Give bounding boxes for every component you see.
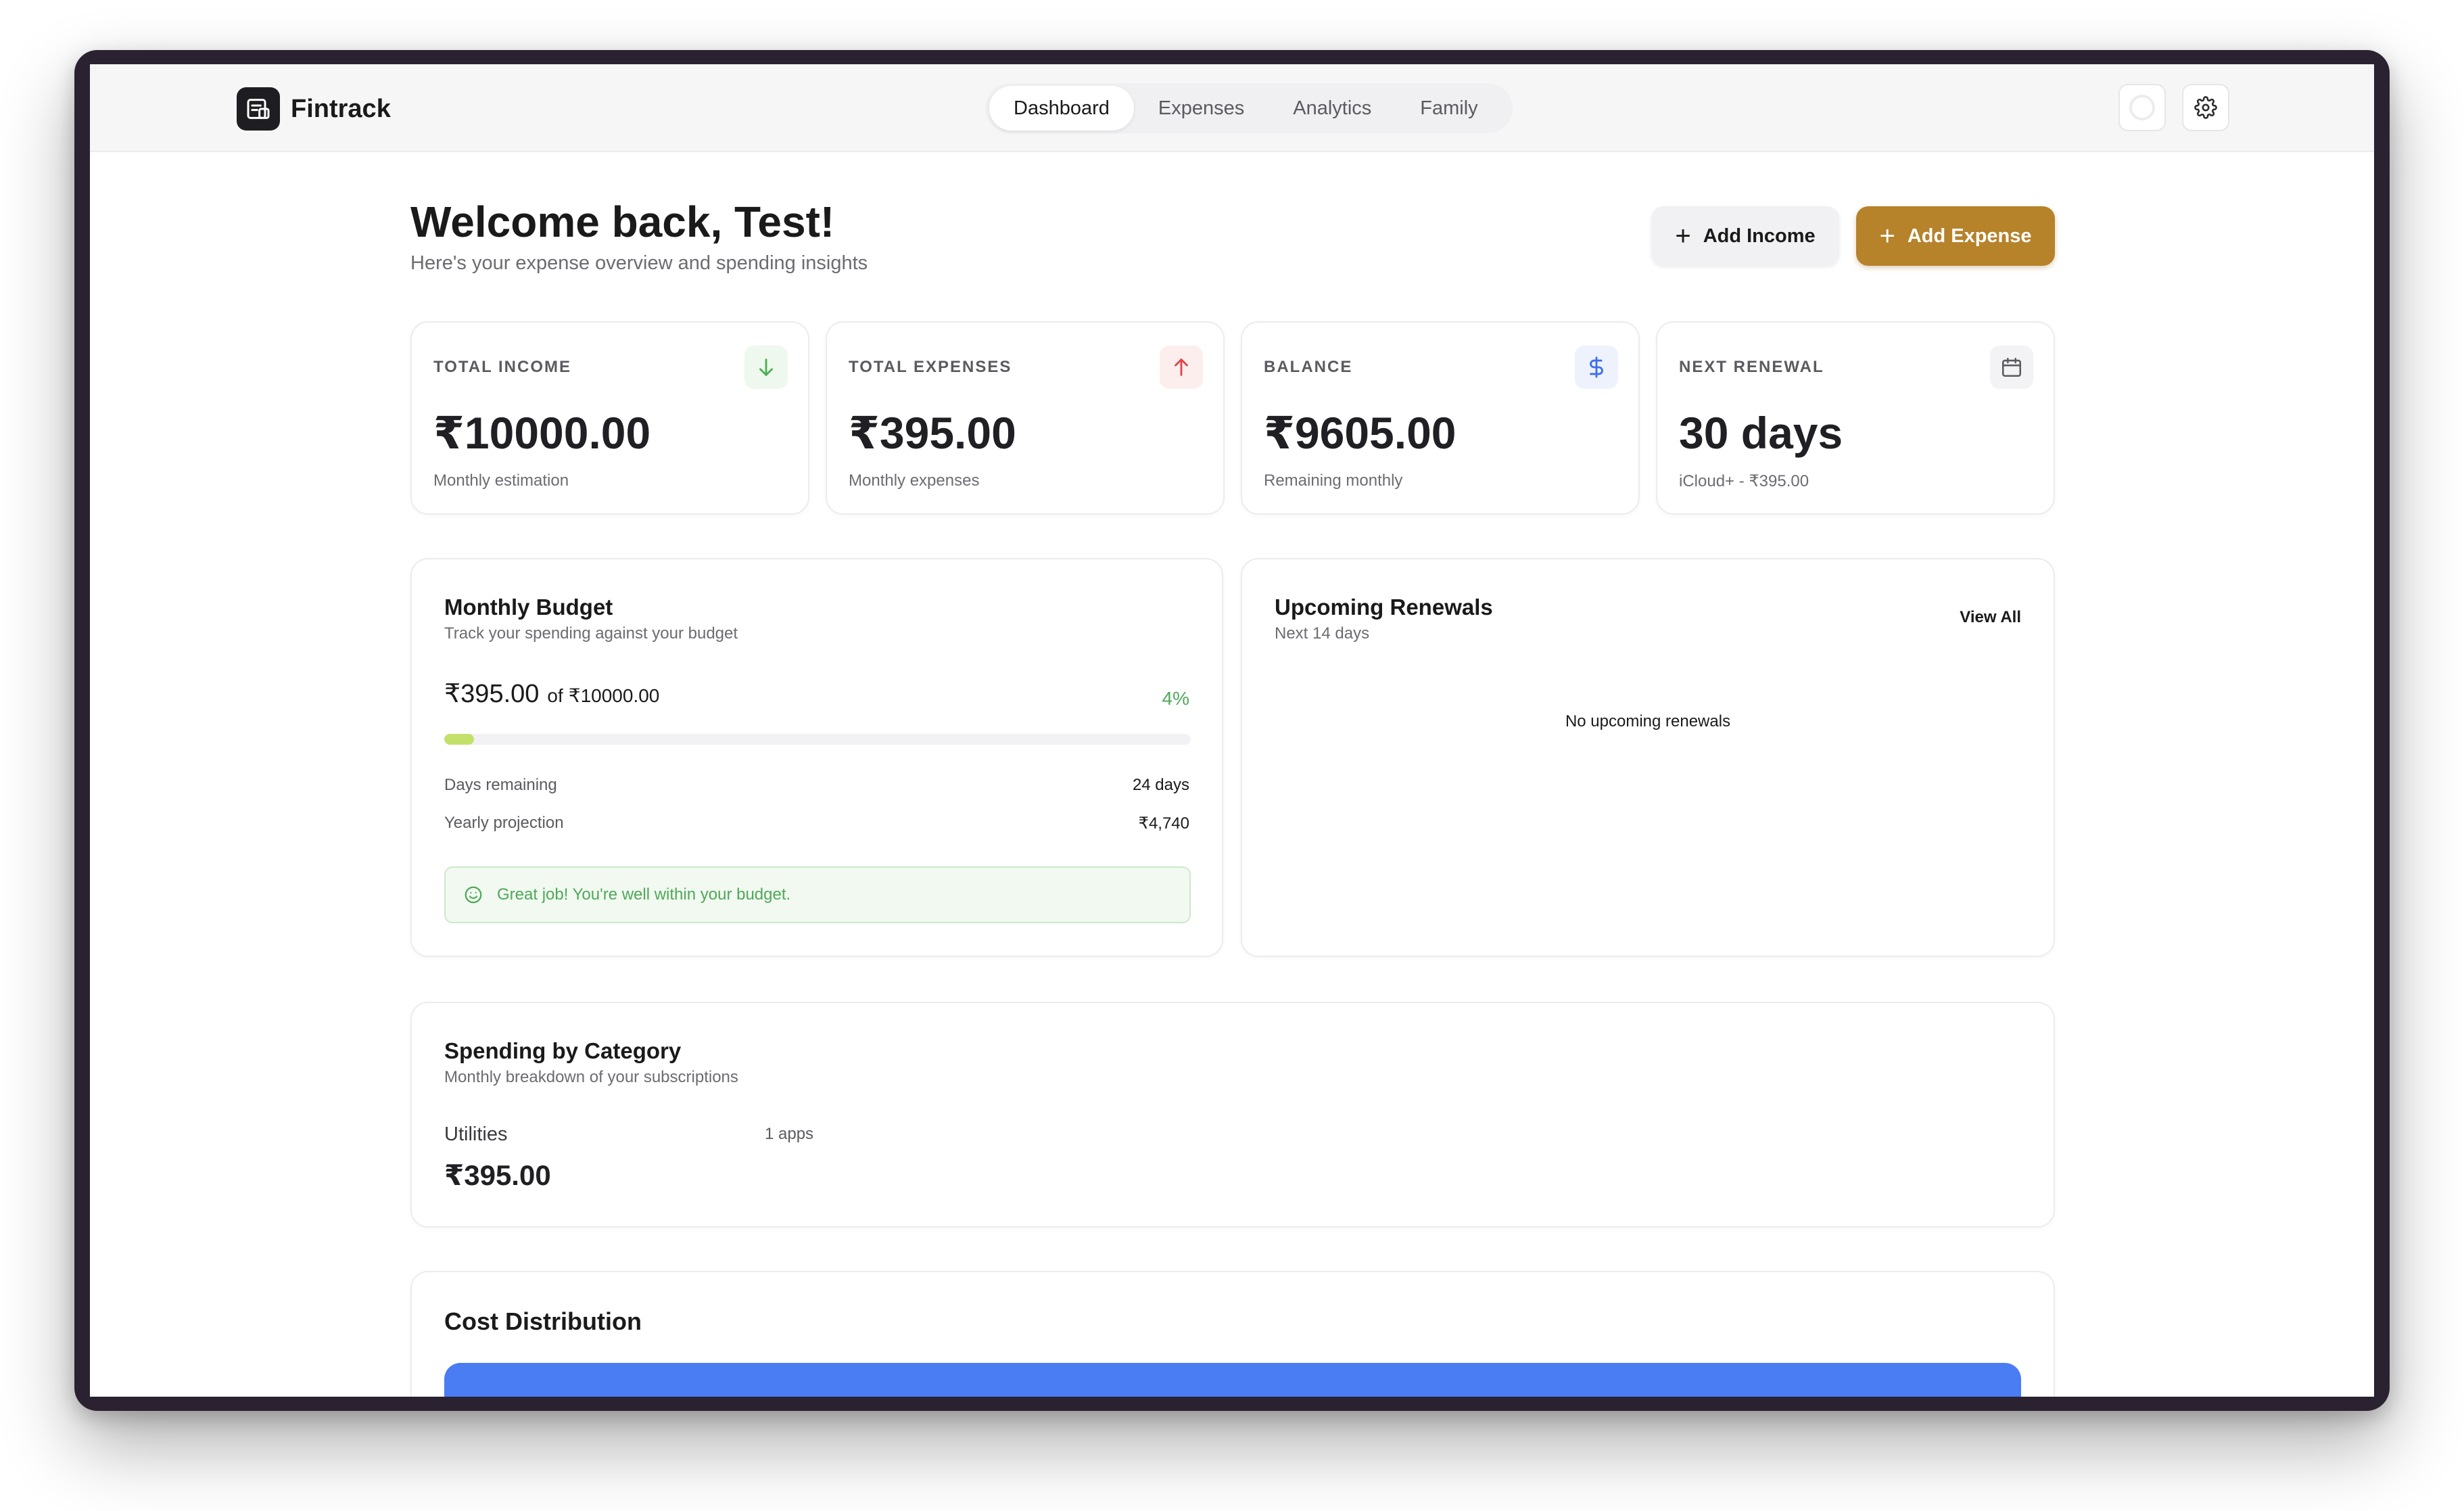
tab-expenses[interactable]: Expenses [1134, 86, 1269, 131]
spending-by-category-card: Spending by Category Monthly breakdown o… [410, 1002, 2055, 1228]
stat-value: 30 days [1679, 408, 1843, 458]
smile-icon [465, 886, 482, 904]
page-title: Welcome back, Test! [410, 197, 835, 246]
cost-distribution-card: Cost Distribution [410, 1271, 2055, 1397]
stat-subtext: iCloud+ - ₹395.00 [1679, 472, 1809, 490]
category-count: 1 apps [765, 1125, 814, 1143]
yearly-projection-label: Yearly projection [444, 814, 564, 832]
budget-subtitle: Track your spending against your budget [444, 624, 738, 643]
tab-analytics[interactable]: Analytics [1269, 86, 1396, 131]
days-remaining-label: Days remaining [444, 776, 557, 794]
stat-subtext: Monthly expenses [849, 471, 980, 490]
category-name: Utilities [444, 1123, 508, 1145]
stat-card-next-renewal: NEXT RENEWAL 30 days iCloud+ - ₹395.00 [1656, 321, 2055, 515]
distribution-title: Cost Distribution [444, 1307, 642, 1335]
settings-button[interactable] [2182, 84, 2229, 131]
renewals-empty-message: No upcoming renewals [1565, 712, 1731, 730]
budget-progress-bar [444, 734, 1191, 745]
renewals-title: Upcoming Renewals [1275, 595, 1493, 620]
stat-value: ₹395.00 [849, 408, 1016, 458]
budget-percent: 4% [1162, 688, 1189, 709]
theme-toggle-button[interactable] [2118, 84, 2166, 131]
plus-icon: + [1675, 221, 1691, 251]
monthly-budget-card: Monthly Budget Track your spending again… [410, 558, 1223, 957]
budget-spent: ₹395.00 [444, 680, 540, 708]
category-amount: ₹395.00 [444, 1159, 551, 1191]
stat-card-total-expenses: TOTAL EXPENSES ₹395.00 Monthly expenses [826, 321, 1225, 515]
budget-progress-fill [444, 734, 475, 745]
fintrack-logo-icon [237, 87, 280, 131]
stat-label: TOTAL INCOME [433, 358, 571, 376]
renewals-subtitle: Next 14 days [1275, 624, 1370, 643]
view-all-link[interactable]: View All [1960, 608, 2021, 627]
add-expense-button[interactable]: + Add Expense [1856, 206, 2055, 266]
top-navigation-bar: Fintrack Dashboard Expenses Analytics Fa… [90, 64, 2374, 152]
stat-subtext: Remaining monthly [1264, 471, 1403, 490]
app-screen: Fintrack Dashboard Expenses Analytics Fa… [90, 64, 2374, 1397]
arrow-up-icon [1160, 346, 1203, 389]
plus-icon: + [1879, 221, 1895, 251]
app-name: Fintrack [291, 94, 391, 123]
add-income-button[interactable]: + Add Income [1651, 206, 1839, 266]
budget-of-label: of [547, 685, 563, 706]
calendar-icon [1990, 346, 2033, 389]
gear-icon [2194, 96, 2217, 119]
stat-label: TOTAL EXPENSES [849, 358, 1012, 376]
stat-subtext: Monthly estimation [433, 471, 569, 490]
stat-card-balance: BALANCE ₹9605.00 Remaining monthly [1241, 321, 1640, 515]
category-title: Spending by Category [444, 1038, 682, 1063]
yearly-projection-value: ₹4,740 [1138, 814, 1189, 833]
main-nav-tabs: Dashboard Expenses Analytics Family [985, 83, 1513, 133]
budget-total: ₹10000.00 [568, 685, 660, 706]
days-remaining-value: 24 days [1132, 776, 1189, 794]
budget-status-text: Great job! You're well within your budge… [497, 885, 791, 904]
add-expense-label: Add Expense [1907, 225, 2032, 247]
stat-label: NEXT RENEWAL [1679, 358, 1824, 376]
budget-amount: ₹395.00 of ₹10000.00 [444, 678, 659, 709]
tab-family[interactable]: Family [1396, 86, 1502, 131]
page-subtitle: Here's your expense overview and spendin… [410, 252, 868, 274]
budget-title: Monthly Budget [444, 595, 613, 620]
cost-distribution-bar[interactable] [444, 1363, 2021, 1397]
tab-dashboard[interactable]: Dashboard [989, 86, 1134, 131]
stat-value: ₹9605.00 [1264, 408, 1456, 458]
category-subtitle: Monthly breakdown of your subscriptions [444, 1068, 738, 1086]
theme-loading-icon [2129, 95, 2155, 120]
budget-status-message: Great job! You're well within your budge… [444, 866, 1191, 923]
stat-value: ₹10000.00 [433, 408, 651, 458]
stat-label: BALANCE [1264, 358, 1353, 376]
add-income-label: Add Income [1703, 225, 1816, 247]
dollar-icon [1575, 346, 1618, 389]
stat-card-total-income: TOTAL INCOME ₹10000.00 Monthly estimatio… [410, 321, 809, 515]
app-logo[interactable]: Fintrack [237, 87, 391, 131]
arrow-down-icon [744, 346, 788, 389]
upcoming-renewals-card: Upcoming Renewals Next 14 days View All … [1241, 558, 2055, 957]
